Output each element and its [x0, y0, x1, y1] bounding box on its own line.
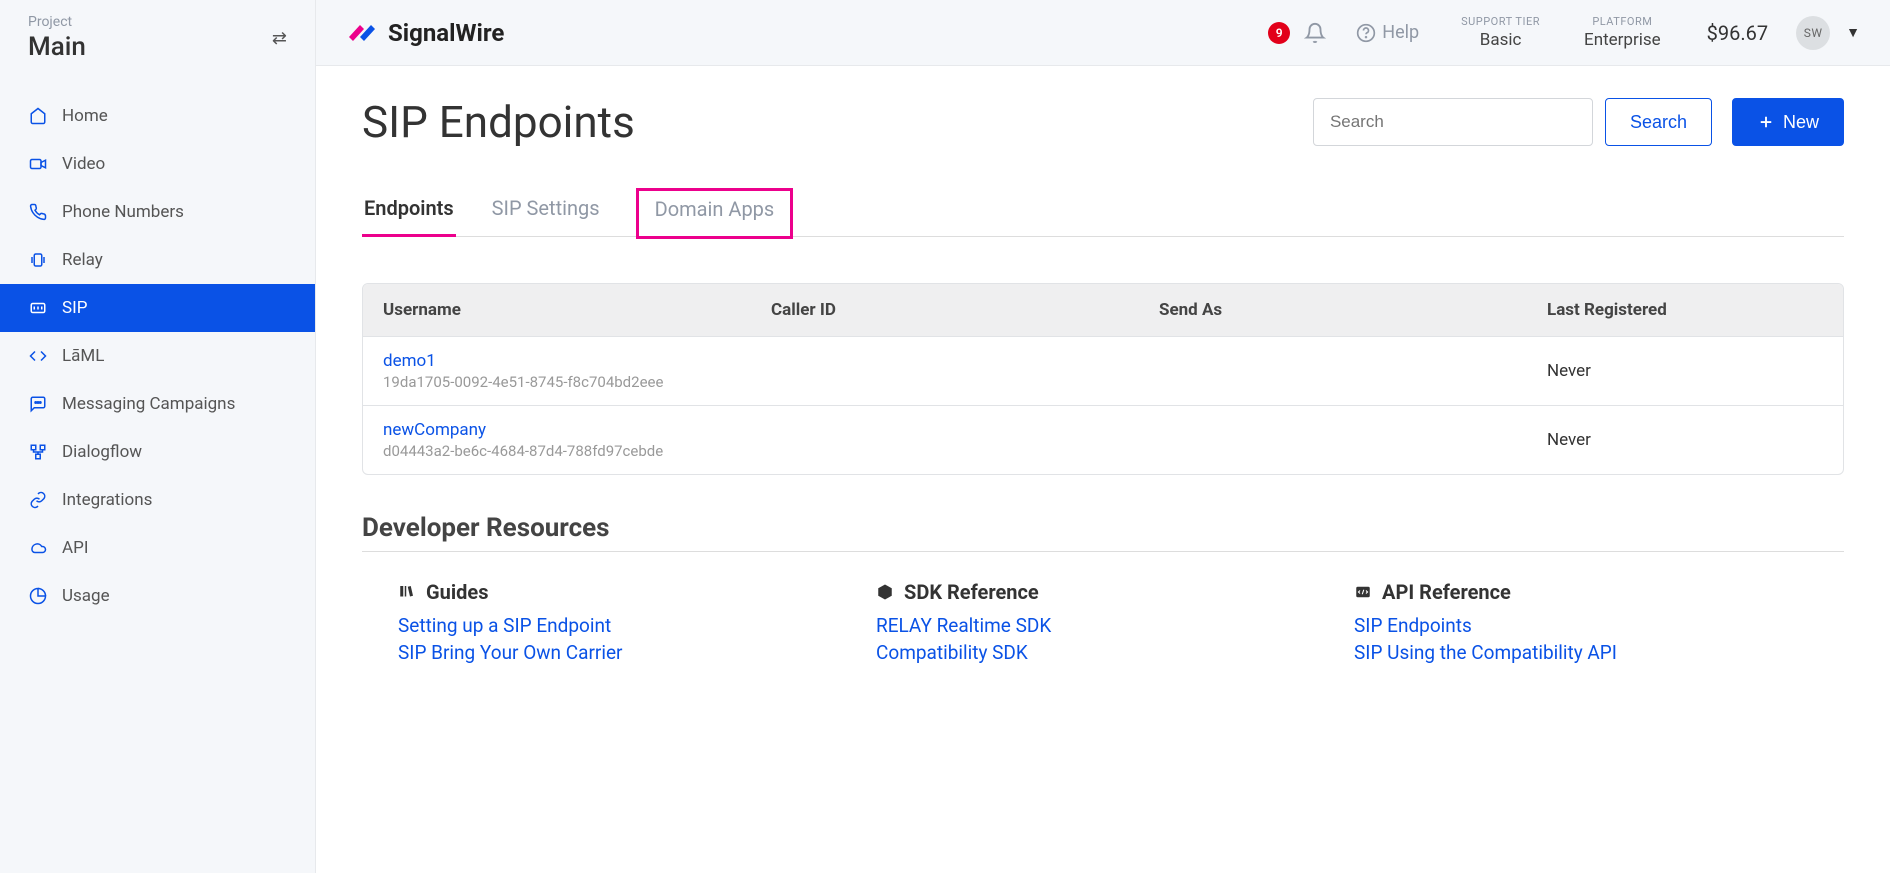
swap-project-icon[interactable]: ⇄: [272, 28, 287, 49]
help-icon: [1356, 23, 1376, 43]
tab-endpoints[interactable]: Endpoints: [362, 188, 456, 237]
dev-link[interactable]: Compatibility SDK: [876, 641, 1330, 664]
search-input[interactable]: [1313, 98, 1593, 146]
cloud-icon: [28, 538, 48, 558]
video-icon: [28, 154, 48, 174]
notification-badge[interactable]: 9: [1268, 22, 1290, 44]
sidebar-item-integrations[interactable]: Integrations: [0, 476, 315, 524]
avatar[interactable]: SW: [1796, 16, 1830, 50]
table-row: demo1 19da1705-0092-4e51-8745-f8c704bd2ee…: [363, 336, 1843, 405]
phone-icon: [28, 202, 48, 222]
bell-icon[interactable]: [1304, 22, 1326, 44]
table-row: newCompany d04443a2-be6c-4684-87d4-788fd9…: [363, 405, 1843, 474]
project-label: Project: [28, 14, 86, 30]
chevron-down-icon[interactable]: ▼: [1846, 24, 1860, 41]
column-header: Caller ID: [771, 300, 1151, 320]
dev-link[interactable]: Setting up a SIP Endpoint: [398, 614, 852, 637]
sidebar-item-messaging-campaigns[interactable]: Messaging Campaigns: [0, 380, 315, 428]
balance[interactable]: $96.67: [1707, 21, 1768, 45]
sidebar-item-home[interactable]: Home: [0, 92, 315, 140]
endpoint-uuid: d04443a2-be6c-4684-87d4-788fd97cebde: [383, 442, 763, 460]
home-icon: [28, 106, 48, 126]
dev-col-api-reference: API ReferenceSIP EndpointsSIP Using the …: [1354, 580, 1808, 668]
signalwire-icon: [346, 19, 378, 47]
project-name[interactable]: Main: [28, 32, 86, 62]
new-button[interactable]: New: [1732, 98, 1844, 146]
sidebar-item-usage[interactable]: Usage: [0, 572, 315, 620]
sidebar-item-dialogflow[interactable]: Dialogflow: [0, 428, 315, 476]
dev-col-guides: GuidesSetting up a SIP EndpointSIP Bring…: [398, 580, 852, 668]
sidebar-item-sip[interactable]: SIP: [0, 284, 315, 332]
plus-icon: [1757, 113, 1775, 131]
brand-logo[interactable]: SignalWire: [346, 19, 504, 47]
relay-icon: [28, 250, 48, 270]
sidebar-item-relay[interactable]: Relay: [0, 236, 315, 284]
dev-link[interactable]: RELAY Realtime SDK: [876, 614, 1330, 637]
support-tier[interactable]: SUPPORT TIER Basic: [1461, 15, 1540, 50]
tabs: Endpoints SIP Settings Domain Apps: [362, 188, 1844, 237]
dev-link[interactable]: SIP Using the Compatibility API: [1354, 641, 1808, 664]
column-header: Username: [383, 300, 763, 320]
column-header: Last Registered: [1547, 300, 1823, 320]
message-icon: [28, 394, 48, 414]
dev-resources-title: Developer Resources: [362, 513, 1844, 543]
brand-text: SignalWire: [388, 19, 504, 47]
dev-col-sdk-reference: SDK ReferenceRELAY Realtime SDKCompatibi…: [876, 580, 1330, 668]
help-link[interactable]: Help: [1356, 22, 1419, 43]
dev-link[interactable]: SIP Endpoints: [1354, 614, 1808, 637]
sip-icon: [28, 298, 48, 318]
link-icon: [28, 490, 48, 510]
sidebar-item-api[interactable]: API: [0, 524, 315, 572]
endpoint-username[interactable]: demo1: [383, 351, 763, 371]
platform-tier[interactable]: PLATFORM Enterprise: [1584, 15, 1661, 50]
api-icon: [1354, 583, 1372, 601]
tab-domain-apps[interactable]: Domain Apps: [636, 188, 794, 239]
sidebar-item-phone-numbers[interactable]: Phone Numbers: [0, 188, 315, 236]
sidebar-item-video[interactable]: Video: [0, 140, 315, 188]
chart-icon: [28, 586, 48, 606]
page-title: SIP Endpoints: [362, 96, 1313, 148]
dev-link[interactable]: SIP Bring Your Own Carrier: [398, 641, 852, 664]
sidebar-item-lāml[interactable]: LāML: [0, 332, 315, 380]
pkg-icon: [876, 583, 894, 601]
search-button[interactable]: Search: [1605, 98, 1712, 146]
topbar: SignalWire 9 Help SUPPORT TIER Basic PLA…: [316, 0, 1890, 66]
flow-icon: [28, 442, 48, 462]
endpoint-username[interactable]: newCompany: [383, 420, 763, 440]
endpoints-table: UsernameCaller IDSend AsLast Registered …: [362, 283, 1844, 475]
endpoint-uuid: 19da1705-0092-4e51-8745-f8c704bd2eee: [383, 373, 763, 391]
book-icon: [398, 583, 416, 601]
tab-sip-settings[interactable]: SIP Settings: [490, 188, 602, 237]
sidebar: Project Main ⇄ HomeVideoPhone NumbersRel…: [0, 0, 316, 873]
code-icon: [28, 346, 48, 366]
column-header: Send As: [1159, 300, 1539, 320]
sidebar-nav: HomeVideoPhone NumbersRelaySIPLāMLMessag…: [0, 92, 315, 620]
